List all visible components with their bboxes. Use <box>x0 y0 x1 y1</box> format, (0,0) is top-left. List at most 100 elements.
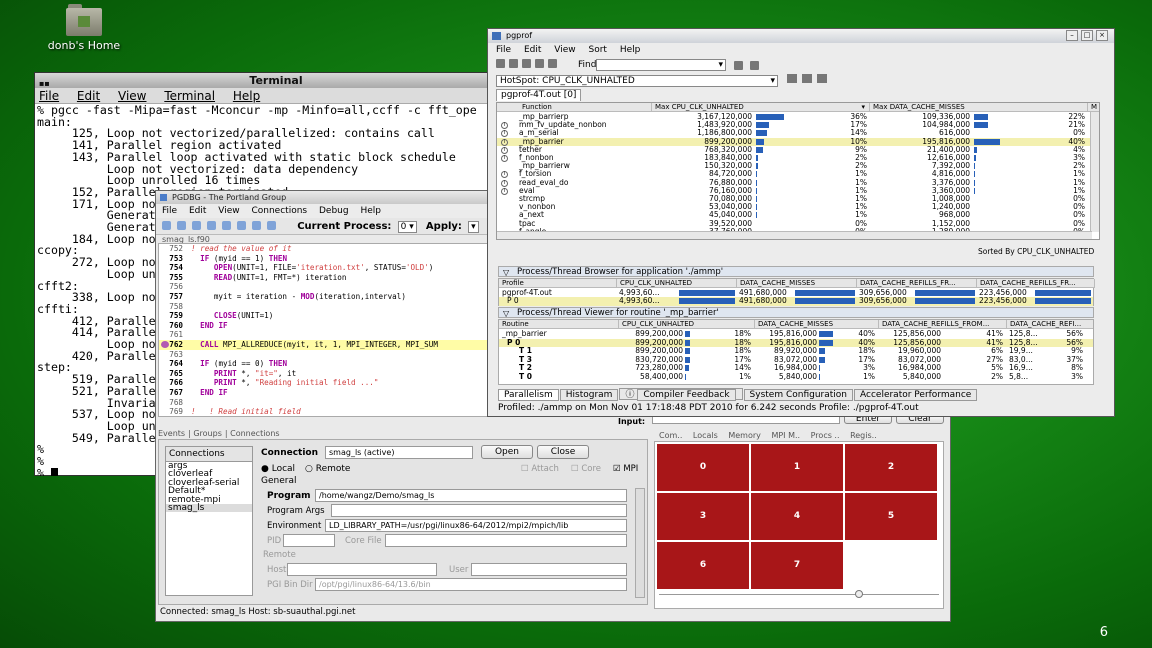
process-cell-4[interactable]: 4 <box>751 493 843 540</box>
pgi-bin-field[interactable]: /opt/pgi/linux86-64/13.6/bin <box>315 578 627 591</box>
forward-icon[interactable] <box>548 59 557 68</box>
col-header-cpu[interactable]: Max CPU_CLK_UNHALTED ▾ <box>652 103 870 112</box>
source-line[interactable]: 767 END IF <box>159 388 487 398</box>
pgprof-window[interactable]: pgprof – □ × File Edit View Sort Help Fi… <box>487 28 1115 417</box>
connections-list[interactable]: Connections args cloverleaf cloverleaf-s… <box>165 446 253 596</box>
open-icon[interactable] <box>496 59 505 68</box>
source-line[interactable]: 762 CALL MPI_ALLREDUCE(myit, it, 1, MPI_… <box>159 339 487 350</box>
step-return-icon[interactable] <box>267 221 276 230</box>
current-process-select[interactable]: 0 ▾ <box>397 221 417 233</box>
source-line[interactable]: 768 <box>159 398 487 408</box>
tab-connections[interactable]: Connections <box>230 429 279 438</box>
tab-profile-file[interactable]: pgprof-4T.out [0] <box>496 89 582 101</box>
tab-registers[interactable]: Regis.. <box>850 431 877 440</box>
process-cell-2[interactable]: 2 <box>845 444 937 491</box>
tab-compiler-feedback[interactable]: ⓘ Compiler Feedback <box>619 388 743 401</box>
maximize-icon[interactable]: □ <box>1081 30 1093 41</box>
line-number[interactable]: 754 <box>159 263 183 273</box>
breakpoint-icon[interactable] <box>161 340 169 348</box>
print-icon[interactable] <box>509 59 518 68</box>
viewer-col-header[interactable]: DATA_CACHE_REFI... <box>1007 320 1093 329</box>
process-cell-6[interactable]: 6 <box>657 542 749 589</box>
tab-locals[interactable]: Locals <box>693 431 718 440</box>
source-line[interactable]: 752 ! read the value of it <box>159 244 487 254</box>
connection-item-selected[interactable]: smag_ls <box>166 503 252 513</box>
host-field[interactable] <box>287 563 437 576</box>
table-vscrollbar[interactable] <box>1090 112 1099 232</box>
line-number[interactable]: 767 <box>159 388 183 398</box>
scale-icon[interactable] <box>816 74 827 83</box>
menu-help[interactable]: Help <box>360 206 381 216</box>
refresh-icon[interactable] <box>522 59 531 68</box>
browser-col-header[interactable]: DATA_CACHE_REFILLS_FR... <box>857 279 977 288</box>
pid-field[interactable] <box>283 534 335 547</box>
function-row[interactable]: i f_torsion 84,720,000 1% 4,816,000 1% <box>497 169 1091 179</box>
menu-file[interactable]: File <box>496 45 511 55</box>
line-number[interactable]: 759 <box>159 311 183 321</box>
restart-icon[interactable] <box>207 221 216 230</box>
filter-icon[interactable] <box>786 74 797 83</box>
function-row[interactable]: a_next 45,040,000 1% 968,000 0% <box>497 210 1091 219</box>
source-line[interactable]: 761 <box>159 330 487 340</box>
function-row[interactable]: i f_nonbon 183,840,000 2% 12,616,000 3% <box>497 153 1091 162</box>
tab-groups[interactable]: Groups <box>193 429 222 438</box>
function-row[interactable]: v_nonbon 53,040,000 1% 1,240,000 0% <box>497 202 1091 211</box>
menu-help[interactable]: Help <box>233 89 260 103</box>
step-out-icon[interactable] <box>252 221 261 230</box>
remote-radio[interactable]: ○ Remote <box>305 464 350 474</box>
source-line[interactable]: 765 PRINT *, "it=", it <box>159 369 487 379</box>
viewer-table[interactable]: Routine CPU_CLK_UNHALTED DATA_CACHE_MISSES… <box>498 319 1094 385</box>
line-number[interactable]: 764 <box>159 359 183 369</box>
tab-mpi-messages[interactable]: MPI M.. <box>771 431 800 440</box>
find-next-icon[interactable] <box>734 61 743 70</box>
process-cell-5[interactable]: 5 <box>845 493 937 540</box>
tab-events[interactable]: Events <box>158 429 185 438</box>
source-line[interactable]: 763 <box>159 350 487 360</box>
tab-command[interactable]: Com.. <box>659 431 682 440</box>
program-field[interactable]: /home/wangz/Demo/smag_ls <box>315 489 627 502</box>
col-header-cache[interactable]: Max DATA_CACHE_MISSES <box>870 103 1088 112</box>
environment-field[interactable]: LD_LIBRARY_PATH=/usr/pgi/linux86-64/2012… <box>325 519 627 532</box>
apply-select[interactable]: ▾ <box>468 221 479 233</box>
viewer-col-header[interactable]: CPU_CLK_UNHALTED <box>619 320 755 329</box>
menu-debug[interactable]: Debug <box>319 206 349 216</box>
tab-accelerator-performance[interactable]: Accelerator Performance <box>854 389 978 401</box>
menu-file[interactable]: File <box>162 206 177 216</box>
source-line[interactable]: 759 CLOSE(UNIT=1) <box>159 311 487 321</box>
menu-view[interactable]: View <box>554 45 575 55</box>
function-row[interactable]: i _mp_barrier 899,200,000 10% 195,816,000 40% <box>497 137 1091 146</box>
source-line[interactable]: 764 IF (myid == 0) THEN <box>159 359 487 369</box>
line-number[interactable]: 756 <box>159 282 183 292</box>
line-number[interactable]: 753 <box>159 254 183 264</box>
info-icon[interactable]: i <box>501 171 508 179</box>
home-folder-icon[interactable]: donb's Home <box>44 2 124 52</box>
tab-procs[interactable]: Procs .. <box>811 431 840 440</box>
menu-edit[interactable]: Edit <box>77 89 100 103</box>
mpi-checkbox[interactable]: ☑ MPI <box>613 464 638 474</box>
connection-scrollbar[interactable] <box>635 488 645 598</box>
find-prev-icon[interactable] <box>750 61 759 70</box>
tab-memory[interactable]: Memory <box>728 431 761 440</box>
info-icon[interactable]: i <box>501 155 508 162</box>
function-row[interactable]: _mp_barrierw 150,320,000 2% 7,392,000 2% <box>497 161 1091 170</box>
source-view[interactable]: 752! read the value of it 753 IF (myid ==… <box>158 243 488 417</box>
col-header-function[interactable]: Function <box>497 103 652 112</box>
pause-icon[interactable] <box>192 221 201 230</box>
source-line[interactable]: 756 <box>159 282 487 292</box>
zoom-slider[interactable] <box>659 594 939 600</box>
local-radio[interactable]: ● Local <box>261 464 295 474</box>
find-combo[interactable]: ▾ <box>596 59 726 71</box>
zoom-slider-handle[interactable] <box>855 590 863 598</box>
source-line[interactable]: 769 ! ! Read initial field <box>159 407 487 416</box>
collapse-icon[interactable]: ▽ <box>503 308 509 319</box>
source-line[interactable]: 754 OPEN(UNIT=1, FILE='iteration.txt', S… <box>159 263 487 273</box>
core-file-field[interactable] <box>385 534 627 547</box>
line-number[interactable]: 752 <box>159 244 183 254</box>
info-icon[interactable]: i <box>501 138 508 146</box>
core-checkbox[interactable]: ☐ Core <box>571 464 601 474</box>
viewer-row[interactable]: T 0 58,400,000 1% 5,840,000 1% 5,840,000 2% 5,8… <box>499 372 1093 381</box>
connection-field[interactable]: smag_ls (active) <box>325 446 473 459</box>
source-line[interactable]: 757 myit = iteration - MOD(iteration,int… <box>159 292 487 302</box>
source-line[interactable]: 766 PRINT *, "Reading initial field ..." <box>159 378 487 388</box>
col-header-more[interactable]: M <box>1088 103 1099 112</box>
